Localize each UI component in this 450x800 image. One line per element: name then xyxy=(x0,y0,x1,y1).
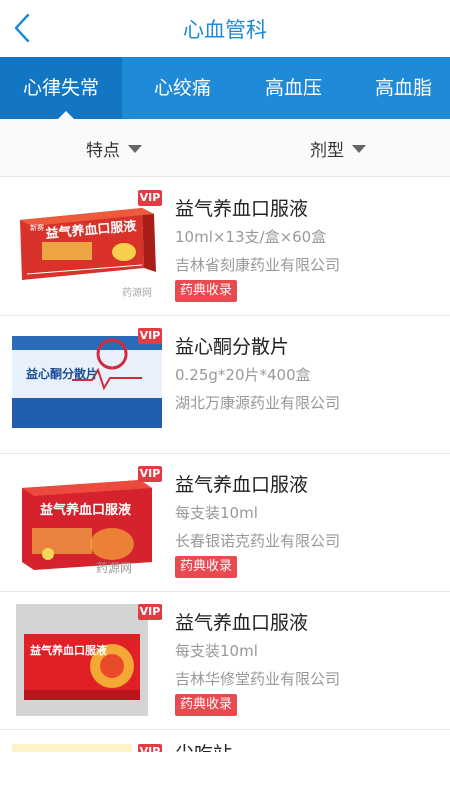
vip-badge: VIP xyxy=(138,328,162,344)
product-name: 益气养血口服液 xyxy=(175,612,309,634)
top-bar: 心血管科 xyxy=(0,0,450,57)
pharmacopoeia-badge: 药典收录 xyxy=(175,694,238,716)
pharmacopoeia-badge: 药典收录 xyxy=(175,280,238,302)
product-image: 益气养血口服液 xyxy=(16,604,148,716)
product-name: 益气养血口服液 xyxy=(175,198,309,220)
watermark-text: 药源网 xyxy=(96,561,132,575)
box-product-text: 益气养血口服液 xyxy=(40,502,131,518)
vip-badge: VIP xyxy=(138,190,162,206)
product-item[interactable]: 新赛 益气养血口服液 药源网 VIP 益气养血口服液 10ml×13支/盒×60… xyxy=(0,178,450,316)
watermark-text: 药源网 xyxy=(122,286,152,299)
caret-down-icon xyxy=(352,144,366,153)
caret-down-icon xyxy=(128,144,142,153)
product-item[interactable]: 益心酮分散片 VIP 益心酮分散片 0.25g*20片*400盒 湖北万康源药业… xyxy=(0,316,450,454)
tab-arrhythmia[interactable]: 心律失常 xyxy=(0,57,122,119)
active-tab-indicator xyxy=(58,111,74,119)
bottom-area xyxy=(0,752,450,800)
product-spec: 0.25g*20片*400盒 xyxy=(175,366,311,384)
box-product-text: 益气养血口服液 xyxy=(30,643,108,657)
product-maker: 湖北万康源药业有限公司 xyxy=(175,394,341,412)
product-maker: 吉林省刻康药业有限公司 xyxy=(175,256,341,274)
vip-badge: VIP xyxy=(138,466,162,482)
product-image: 新赛 益气养血口服液 药源网 xyxy=(12,190,162,302)
product-spec: 每支装10ml xyxy=(175,642,258,660)
product-spec: 每支装10ml xyxy=(175,504,258,522)
filter-bar: 特点 剂型 xyxy=(0,119,450,177)
category-tabs: 心律失常 心绞痛 高血压 高血脂 xyxy=(0,57,450,119)
dosage-form-filter-label: 剂型 xyxy=(310,141,344,161)
feature-filter[interactable]: 特点 xyxy=(86,136,142,161)
product-item[interactable]: 益气养血口服液 药源网 VIP 益气养血口服液 每支装10ml 长春银诺克药业有… xyxy=(0,454,450,592)
box-brand-text: 新赛 xyxy=(30,223,44,232)
product-maker: 吉林华修堂药业有限公司 xyxy=(175,670,341,688)
product-item[interactable]: 益气养血口服液 VIP 益气养血口服液 每支装10ml 吉林华修堂药业有限公司 … xyxy=(0,592,450,730)
feature-filter-label: 特点 xyxy=(86,141,120,161)
product-name: 益心酮分散片 xyxy=(175,336,290,358)
box-product-text: 益心酮分散片 xyxy=(26,366,98,381)
product-image: 益气养血口服液 药源网 xyxy=(12,466,162,578)
pharmacopoeia-badge: 药典收录 xyxy=(175,556,238,578)
page-title: 心血管科 xyxy=(183,18,267,42)
tab-hyperlipidemia[interactable]: 高血脂 xyxy=(375,57,432,119)
tab-hypertension[interactable]: 高血压 xyxy=(265,57,322,119)
product-list: 新赛 益气养血口服液 药源网 VIP 益气养血口服液 10ml×13支/盒×60… xyxy=(0,178,450,770)
product-maker: 长春银诺克药业有限公司 xyxy=(175,532,341,550)
product-spec: 10ml×13支/盒×60盒 xyxy=(175,228,327,246)
product-name: 益气养血口服液 xyxy=(175,474,309,496)
vip-badge: VIP xyxy=(138,604,162,620)
tab-angina[interactable]: 心绞痛 xyxy=(154,57,211,119)
product-image: 益心酮分散片 xyxy=(12,328,162,440)
dosage-form-filter[interactable]: 剂型 xyxy=(310,136,366,161)
